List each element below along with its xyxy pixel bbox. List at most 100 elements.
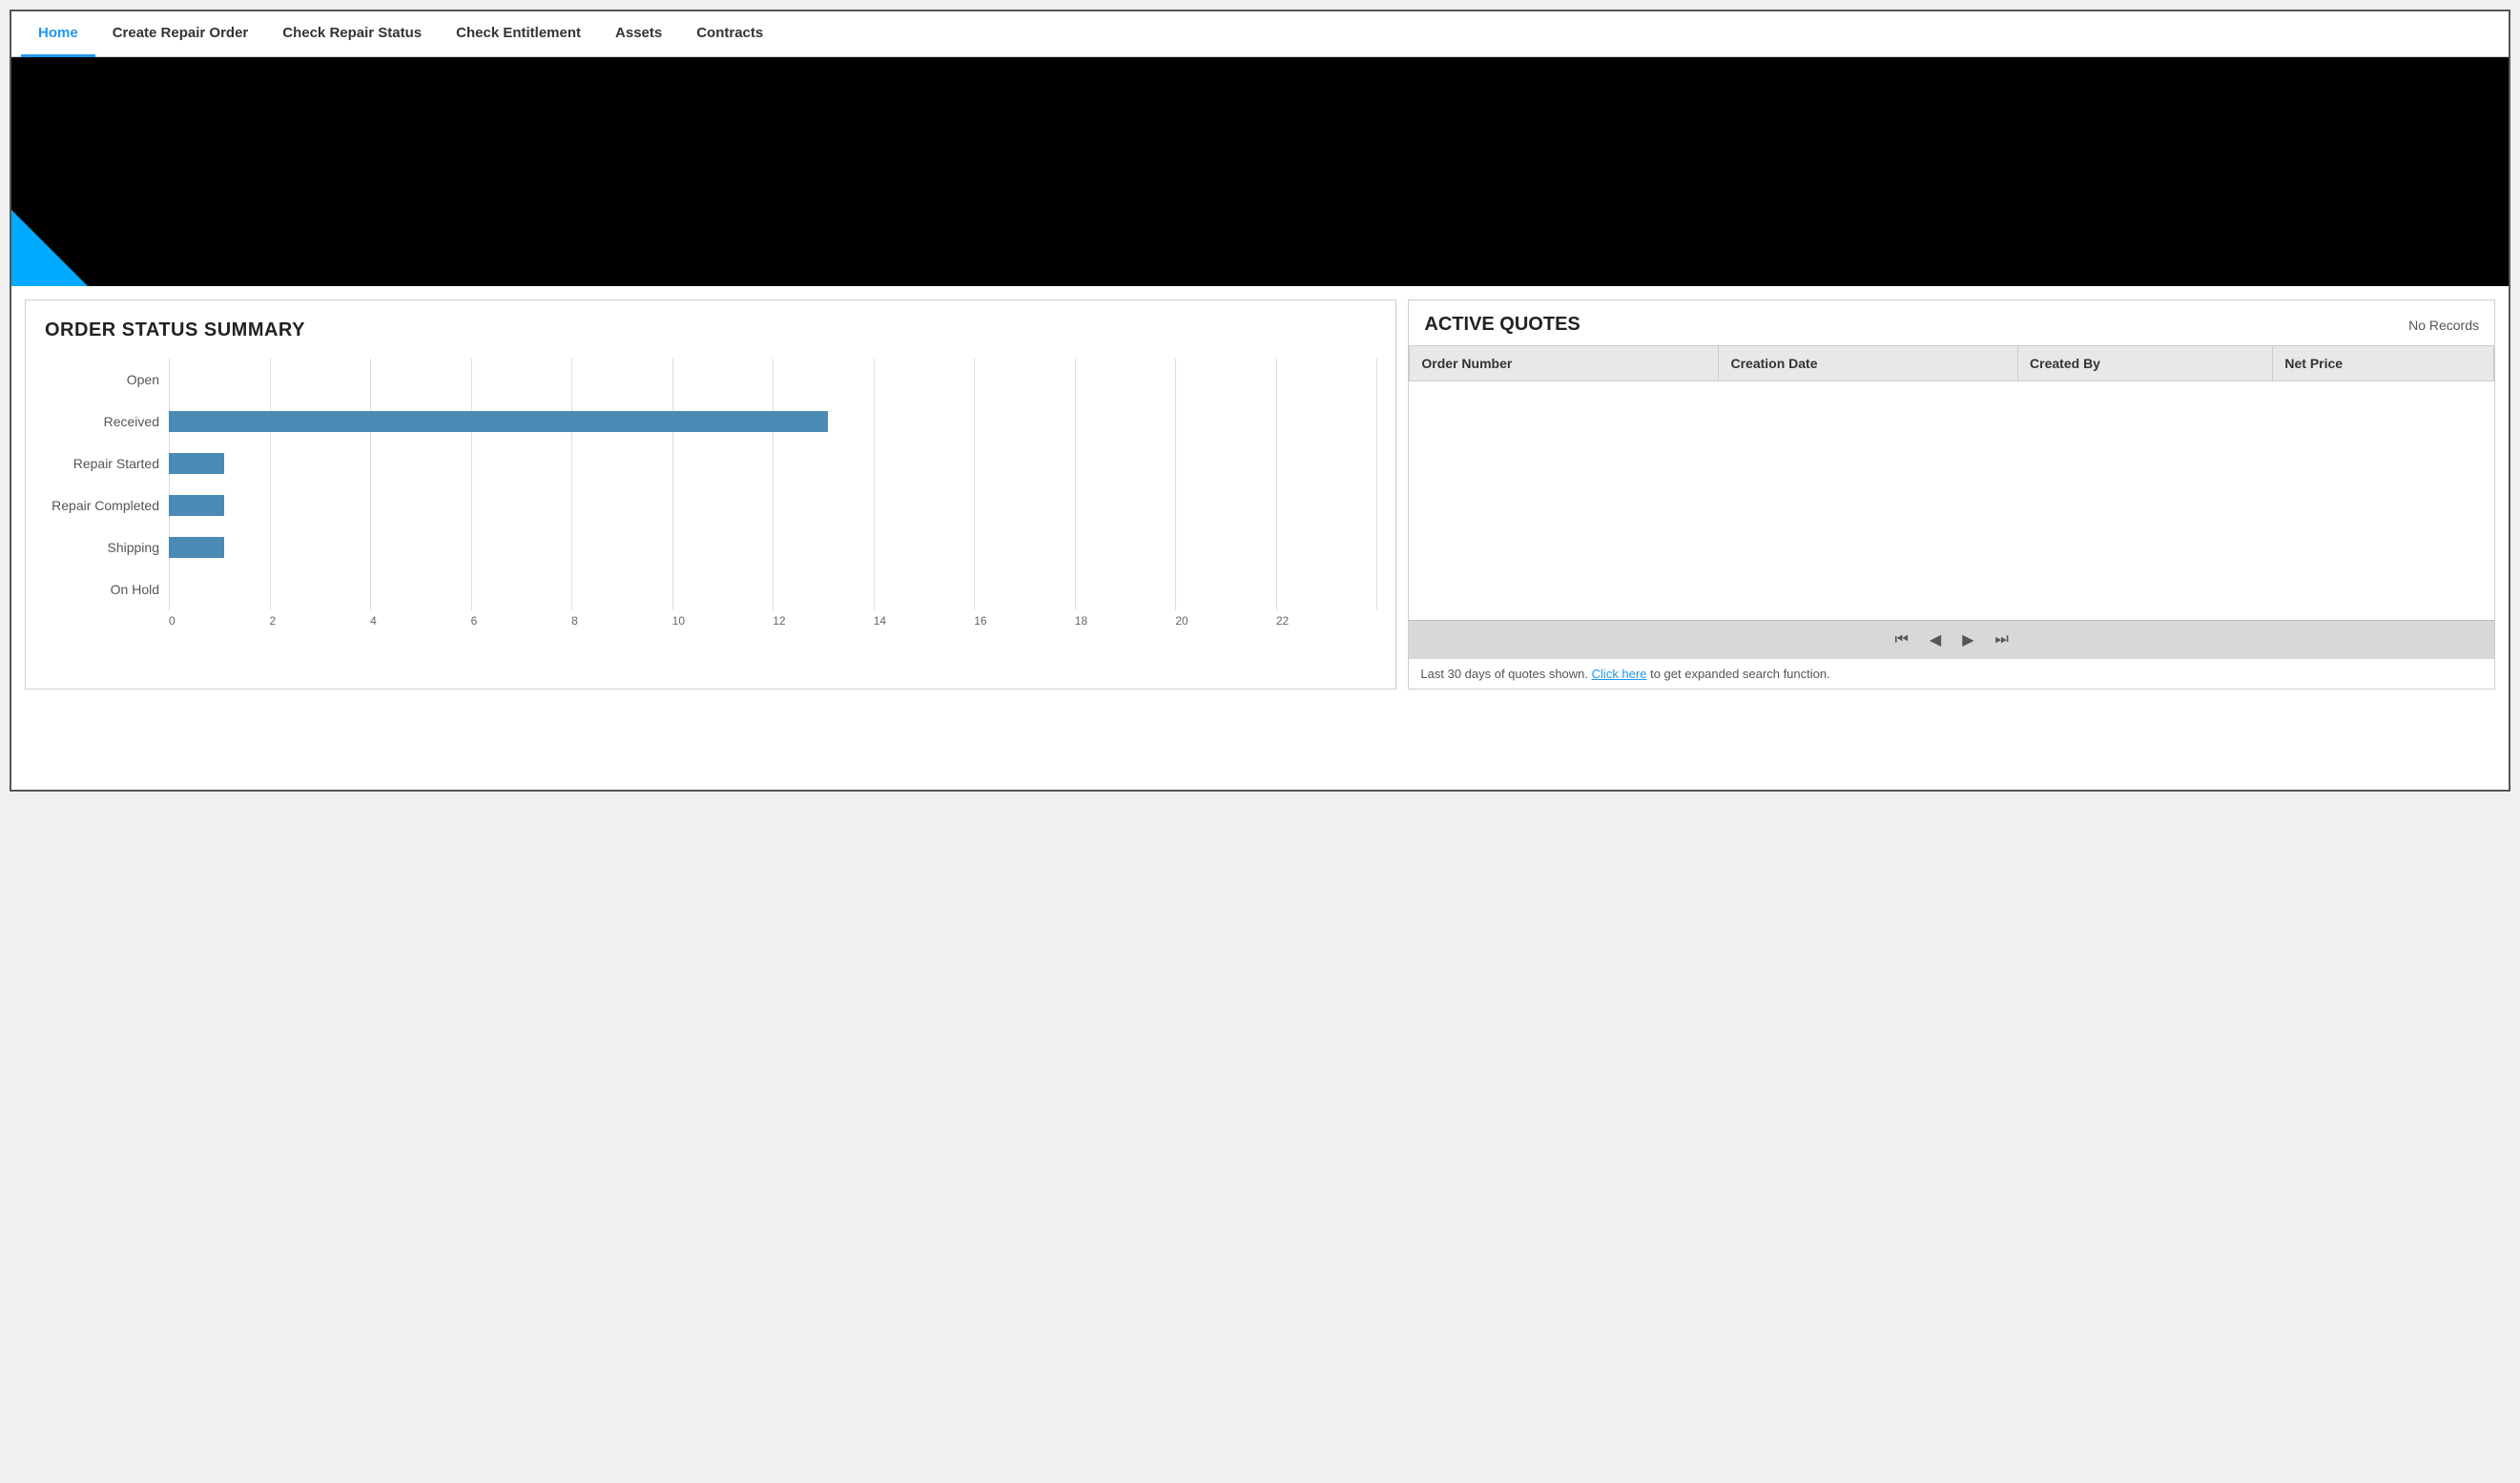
x-axis: 0246810121416182022 — [169, 614, 1376, 628]
chart-row-label: Repair Completed — [45, 498, 159, 513]
nav-contracts[interactable]: Contracts — [679, 11, 780, 57]
grid-line — [773, 484, 774, 526]
x-axis-label: 6 — [471, 614, 572, 628]
no-records-label: No Records — [2408, 318, 2479, 333]
grid-line — [370, 443, 371, 484]
grid-line — [370, 526, 371, 568]
quotes-title: ACTIVE QUOTES — [1424, 314, 1580, 336]
pagination-prev[interactable]: ◀ — [1924, 628, 1947, 651]
chart-row-label: Open — [45, 372, 159, 387]
grid-line — [1376, 443, 1377, 484]
chart-row: On Hold — [169, 568, 1376, 610]
grid-line — [1276, 484, 1277, 526]
grid-line — [1075, 359, 1076, 401]
grid-line — [1175, 401, 1176, 443]
x-axis-label: 12 — [773, 614, 874, 628]
x-axis-label: 4 — [370, 614, 471, 628]
grid-line — [571, 484, 572, 526]
grid-line — [974, 359, 975, 401]
nav-assets[interactable]: Assets — [598, 11, 679, 57]
chart-wrapper: OpenReceivedRepair StartedRepair Complet… — [169, 359, 1376, 610]
grid-line — [471, 443, 472, 484]
grid-line — [874, 359, 875, 401]
footer-link[interactable]: Click here — [1592, 667, 1647, 681]
grid-line — [471, 359, 472, 401]
col-created-by: Created By — [2018, 346, 2273, 381]
col-order-number: Order Number — [1410, 346, 1719, 381]
col-net-price: Net Price — [2273, 346, 2494, 381]
grid-line — [1376, 526, 1377, 568]
x-axis-label: 2 — [270, 614, 371, 628]
pagination-first[interactable]: ⏮ — [1889, 629, 1913, 650]
grid-line — [974, 484, 975, 526]
col-creation-date: Creation Date — [1719, 346, 2018, 381]
grid-line — [773, 568, 774, 610]
x-axis-label: 16 — [974, 614, 1075, 628]
grid-line — [571, 526, 572, 568]
grid-line — [974, 401, 975, 443]
grid-line — [370, 359, 371, 401]
grid-line — [672, 443, 673, 484]
grid-line — [773, 443, 774, 484]
grid-line — [1075, 401, 1076, 443]
empty-row — [1410, 381, 2494, 620]
chart-row-label: Repair Started — [45, 456, 159, 471]
grid-line — [1075, 568, 1076, 610]
pagination-last[interactable]: ⏭ — [1990, 629, 2014, 650]
grid-line — [974, 568, 975, 610]
quotes-table-body — [1410, 381, 2494, 620]
chart-row-label: Shipping — [45, 540, 159, 555]
footer-static-text: Last 30 days of quotes shown. — [1420, 667, 1588, 681]
nav-check-entitlement[interactable]: Check Entitlement — [439, 11, 598, 57]
chart-row: Repair Completed — [169, 484, 1376, 526]
grid-line — [270, 484, 271, 526]
grid-line — [1376, 359, 1377, 401]
chart-row: Repair Started — [169, 443, 1376, 484]
chart-bar — [169, 411, 828, 432]
nav-check-repair-status[interactable]: Check Repair Status — [265, 11, 439, 57]
grid-line — [1175, 443, 1176, 484]
app-frame: Home Create Repair Order Check Repair St… — [10, 10, 2510, 792]
chart-row: Open — [169, 359, 1376, 401]
nav-create-repair-order[interactable]: Create Repair Order — [95, 11, 266, 57]
grid-line — [1276, 526, 1277, 568]
grid-line — [270, 443, 271, 484]
grid-line — [1276, 359, 1277, 401]
nav-home[interactable]: Home — [21, 11, 95, 57]
grid-line — [1276, 568, 1277, 610]
grid-line — [270, 568, 271, 610]
grid-line — [1175, 568, 1176, 610]
chart-bar — [169, 495, 224, 516]
grid-line — [672, 568, 673, 610]
grid-line — [370, 484, 371, 526]
grid-line — [1175, 359, 1176, 401]
grid-line — [672, 359, 673, 401]
grid-line — [370, 568, 371, 610]
grid-line — [1376, 568, 1377, 610]
grid-line — [169, 568, 170, 610]
pagination-next[interactable]: ▶ — [1956, 628, 1979, 651]
grid-line — [571, 443, 572, 484]
x-axis-label: 0 — [169, 614, 270, 628]
chart-area: OpenReceivedRepair StartedRepair Complet… — [45, 359, 1376, 656]
chart-row: Received — [169, 401, 1376, 443]
grid-line — [874, 568, 875, 610]
grid-line — [471, 568, 472, 610]
grid-line — [1075, 443, 1076, 484]
grid-line — [571, 568, 572, 610]
grid-line — [1276, 443, 1277, 484]
grid-line — [874, 401, 875, 443]
grid-line — [1376, 484, 1377, 526]
active-quotes-panel: ACTIVE QUOTES No Records Order Number Cr… — [1408, 299, 2495, 690]
chart-row-label: Received — [45, 414, 159, 429]
x-axis-label: 20 — [1175, 614, 1276, 628]
grid-line — [874, 484, 875, 526]
chart-row: Shipping — [169, 526, 1376, 568]
chart-bar — [169, 453, 224, 474]
grid-line — [672, 484, 673, 526]
grid-line — [1075, 526, 1076, 568]
order-status-panel: ORDER STATUS SUMMARY OpenReceivedRepair … — [25, 299, 1396, 690]
quotes-table: Order Number Creation Date Created By Ne… — [1409, 345, 2494, 620]
order-status-title: ORDER STATUS SUMMARY — [45, 319, 1376, 341]
chart-bar — [169, 537, 224, 558]
